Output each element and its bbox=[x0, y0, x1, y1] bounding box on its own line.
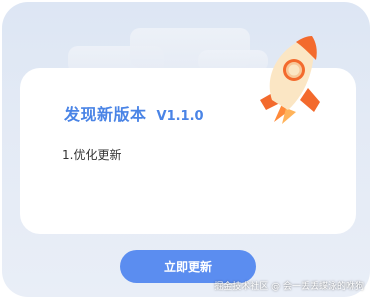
title-row: 发现新版本 V1.1.0 bbox=[64, 101, 204, 125]
rocket-icon bbox=[260, 36, 320, 124]
release-note: 1.优化更新 bbox=[62, 148, 122, 162]
version-label: V1.1.0 bbox=[156, 109, 204, 124]
dialog-title: 发现新版本 bbox=[64, 105, 147, 124]
watermark: 掘金技术社区 @ 会一丢丢蝶泳的咻狗 bbox=[214, 282, 364, 292]
update-dialog: 发现新版本 V1.1.0 1.优化更新 立即更新 bbox=[2, 2, 370, 297]
